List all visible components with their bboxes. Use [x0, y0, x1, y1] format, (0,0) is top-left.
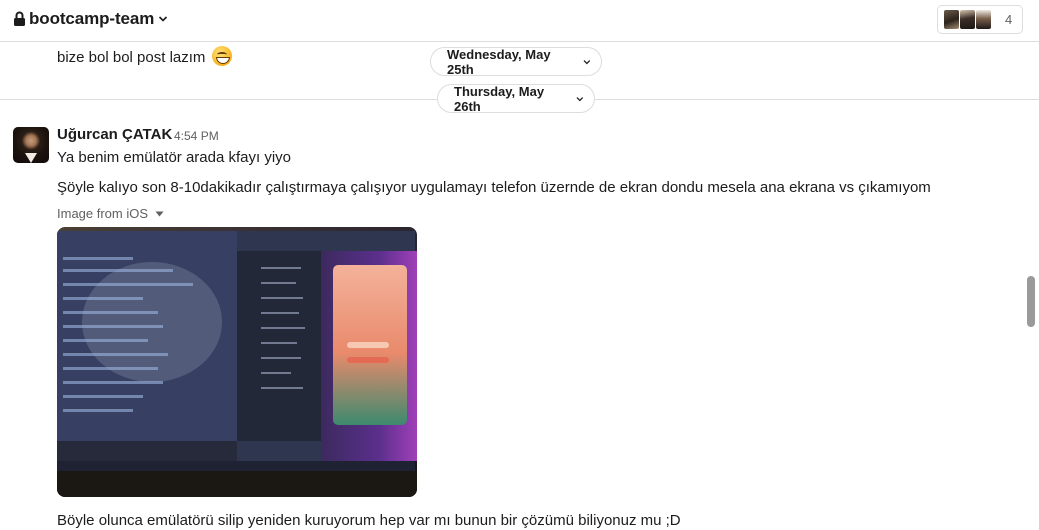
sender-name[interactable]: Uğurcan ÇATAK — [57, 126, 172, 143]
channel-header: bootcamp-team 4 — [0, 0, 1039, 42]
image-attachment[interactable] — [57, 227, 417, 497]
member-count: 4 — [1005, 12, 1013, 27]
avatar — [975, 9, 992, 30]
chevron-down-icon — [583, 59, 591, 64]
date-divider-wednesday[interactable]: Wednesday, May 25th — [430, 46, 602, 77]
laptop-bezel — [57, 471, 417, 497]
date-label: Thursday, May 26th — [454, 83, 545, 114]
lock-icon — [14, 11, 25, 26]
chevron-down-icon — [159, 16, 168, 22]
terminal-pane — [57, 441, 237, 461]
previous-message-content: bize bol bol post lazım — [57, 49, 206, 66]
date-label: Wednesday, May 25th — [447, 46, 551, 77]
phone-button — [347, 342, 389, 348]
chevron-down-icon — [576, 96, 584, 101]
previous-message-text: bize bol bol post lazım — [57, 46, 232, 66]
message-text-line: Böyle olunca emülatörü silip yeniden kur… — [57, 512, 681, 529]
message-timestamp[interactable]: 4:54 PM — [174, 129, 219, 143]
avatar — [943, 9, 960, 30]
image-label-text: Image from iOS — [57, 206, 149, 221]
image-attachment-label[interactable]: Image from iOS — [57, 206, 164, 221]
channel-name-button[interactable]: bootcamp-team — [13, 9, 168, 29]
message-text-line: Ya benim emülatör arada kfayı yiyo — [57, 149, 292, 166]
grinning-face-icon — [211, 46, 232, 66]
file-explorer-pane — [237, 251, 321, 441]
message-text-line: Şöyle kalıyo son 8-10dakikadır çalıştırm… — [57, 179, 931, 196]
member-avatars — [943, 9, 992, 30]
caret-down-icon — [155, 211, 164, 216]
phone-button — [347, 357, 389, 363]
screen-glare — [82, 262, 222, 382]
avatar — [959, 9, 976, 30]
members-button[interactable]: 4 — [937, 5, 1023, 34]
taskbar — [57, 461, 415, 471]
sender-avatar[interactable] — [13, 127, 49, 163]
channel-name: bootcamp-team — [29, 9, 155, 28]
avatar-shirt — [25, 153, 37, 163]
date-divider-thursday[interactable]: Thursday, May 26th — [437, 83, 595, 114]
scrollbar-thumb[interactable] — [1027, 276, 1035, 327]
